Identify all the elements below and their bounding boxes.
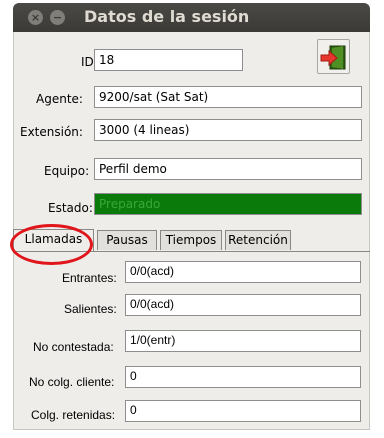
exit-door-icon	[320, 45, 346, 70]
close-icon[interactable]: ×	[28, 10, 43, 25]
extension-label: Extensión:	[20, 125, 83, 139]
entrantes-field[interactable]: 0/0(acd)	[125, 261, 361, 283]
minimize-icon[interactable]: −	[50, 10, 65, 25]
salientes-label: Salientes:	[64, 302, 117, 316]
tab-tiempos[interactable]: Tiempos	[160, 230, 222, 250]
colg-retenidas-label: Colg. retenidas:	[31, 408, 116, 422]
entrantes-label: Entrantes:	[62, 271, 117, 285]
tab-pausas[interactable]: Pausas	[97, 230, 157, 250]
colg-retenidas-field[interactable]: 0	[125, 400, 361, 422]
tab-retencion[interactable]: Retención	[225, 230, 291, 250]
no-contestada-label: No contestada:	[33, 340, 114, 354]
exit-button[interactable]	[317, 39, 350, 74]
equipo-label: Equipo:	[44, 164, 90, 178]
session-data-window: × − Datos de la sesión ID: 18 Agente: 92…	[0, 0, 384, 438]
no-colg-cliente-label: No colg. cliente:	[29, 375, 115, 389]
equipo-field[interactable]: Perfil demo	[94, 158, 362, 180]
no-colg-cliente-field[interactable]: 0	[125, 366, 361, 388]
estado-status: Preparado	[94, 193, 362, 215]
estado-label: Estado:	[48, 201, 93, 215]
window-title: Datos de la sesión	[84, 7, 250, 26]
id-field[interactable]: 18	[94, 49, 243, 71]
no-contestada-field[interactable]: 1/0(entr)	[125, 330, 361, 352]
agente-label: Agente:	[36, 92, 83, 106]
salientes-field[interactable]: 0/0(acd)	[125, 294, 361, 316]
extension-field[interactable]: 3000 (4 lineas)	[94, 119, 362, 141]
agente-field[interactable]: 9200/sat (Sat Sat)	[94, 86, 362, 108]
highlight-circle	[10, 224, 93, 265]
title-bar[interactable]: × − Datos de la sesión	[13, 3, 370, 32]
